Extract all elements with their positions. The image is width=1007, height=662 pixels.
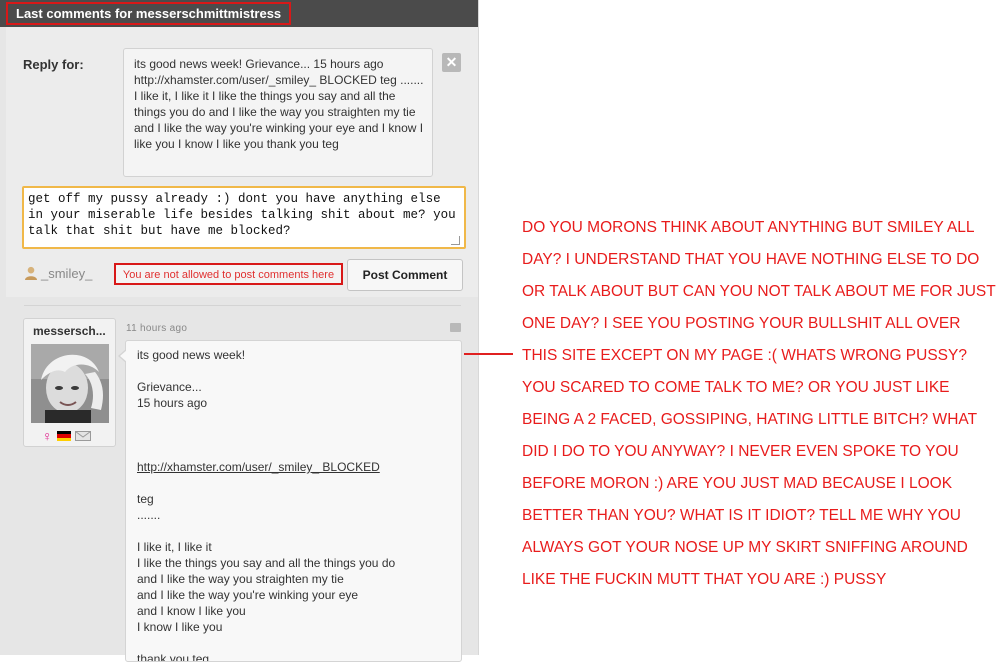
avatar-photo-icon (31, 344, 109, 423)
comment-text: its good news week! Grievance... 15 hour… (137, 347, 455, 662)
comment-author-card[interactable]: messersch... ♀ (23, 318, 116, 447)
reply-quote: its good news week! Grievance... 15 hour… (123, 48, 433, 177)
germany-flag-icon (56, 431, 71, 441)
female-icon: ♀ (42, 428, 53, 444)
author-badges: ♀ (42, 429, 91, 443)
comment-paragraph: Grievance... 15 hours ago (137, 380, 208, 410)
mail-icon[interactable] (74, 431, 91, 441)
page-title: Last comments for messerschmittmistress (6, 2, 292, 25)
comment-paragraph: I like it, I like it I like the things y… (137, 540, 396, 634)
post-comment-button[interactable]: Post Comment (347, 259, 463, 291)
comment-options-icon[interactable] (450, 323, 461, 332)
comment-paragraph: teg ....... (137, 492, 161, 522)
close-reply-button[interactable]: ✕ (442, 53, 461, 72)
section-divider (24, 305, 461, 306)
commenter-username[interactable]: _smiley_ (41, 266, 92, 281)
bubble-tail-inner (120, 350, 127, 362)
comment-link[interactable]: http://xhamster.com/user/_smiley_ BLOCKE… (137, 459, 455, 475)
comment-paragraph: its good news week! (137, 348, 246, 362)
panel-header: Last comments for messerschmittmistress (0, 0, 478, 27)
annotation-connector-line (464, 353, 513, 355)
resize-handle-icon[interactable] (451, 236, 460, 245)
comment-author-name[interactable]: messersch... (33, 324, 106, 338)
comment-input[interactable]: get off my pussy already :) dont you hav… (22, 186, 466, 249)
reply-label: Reply for: (23, 57, 84, 72)
avatar[interactable] (31, 344, 109, 423)
annotation-text: DO YOU MORONS THINK ABOUT ANYTHING BUT S… (522, 219, 996, 588)
user-icon (25, 266, 37, 280)
comment-body: its good news week! Grievance... 15 hour… (125, 340, 462, 662)
comment-timestamp: 11 hours ago (126, 323, 188, 334)
comment-paragraph: thank you teg (137, 652, 210, 662)
not-allowed-message: You are not allowed to post comments her… (114, 263, 343, 285)
